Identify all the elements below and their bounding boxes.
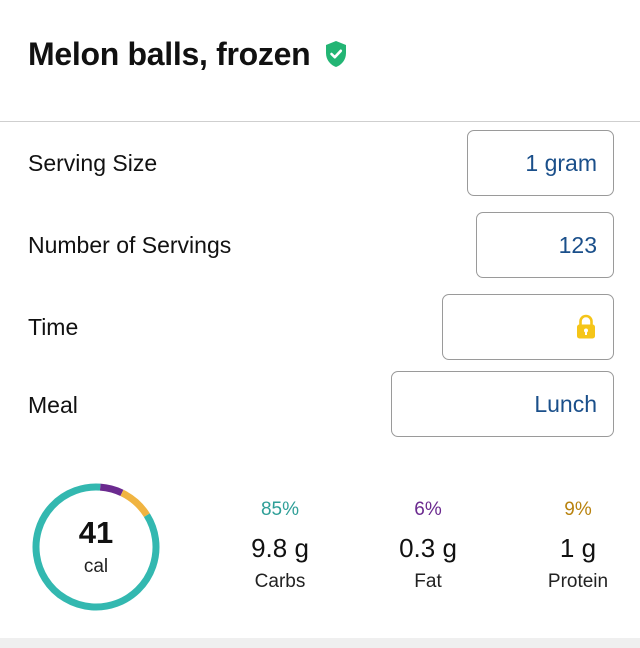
calorie-ring: 41 cal	[30, 481, 162, 613]
protein-percent: 9%	[564, 499, 592, 520]
serving-size-value: 1 gram	[525, 149, 597, 176]
bottom-bar	[0, 638, 640, 648]
food-entry-screen: Melon balls, frozen Serving Size 1 gram …	[0, 0, 640, 648]
fat-label: Fat	[414, 571, 442, 592]
time-label: Time	[28, 314, 79, 340]
ring-segment-protein	[120, 489, 150, 518]
carbs-label: Carbs	[254, 571, 306, 592]
protein-label: Protein	[547, 571, 609, 592]
protein-amount: 1 g	[559, 533, 597, 563]
header-divider	[0, 121, 640, 122]
lock-icon	[575, 314, 597, 340]
meal-field[interactable]: Lunch	[391, 371, 614, 437]
fat-percent: 6%	[414, 499, 442, 520]
serving-size-label: Serving Size	[28, 150, 158, 176]
header: Melon balls, frozen	[28, 34, 348, 74]
macro-carbs: 85% 9.8 g Carbs	[220, 499, 340, 599]
calories-value: 41	[78, 515, 114, 550]
carbs-percent: 85%	[260, 499, 300, 520]
macro-protein: 9% 1 g Protein	[518, 499, 638, 599]
meal-label: Meal	[28, 392, 78, 418]
macro-fat: 6% 0.3 g Fat	[368, 499, 488, 599]
ring-segment-fat	[99, 483, 124, 497]
meal-value: Lunch	[534, 390, 597, 417]
fat-amount: 0.3 g	[399, 533, 457, 563]
calories-unit: cal	[83, 556, 109, 577]
number-of-servings-field[interactable]: 123	[476, 212, 614, 278]
serving-size-field[interactable]: 1 gram	[467, 130, 614, 196]
shield-check-icon	[324, 40, 348, 68]
number-of-servings-label: Number of Servings	[28, 232, 232, 258]
carbs-amount: 9.8 g	[251, 533, 309, 563]
time-field[interactable]	[442, 294, 614, 360]
food-title: Melon balls, frozen	[28, 35, 311, 72]
number-of-servings-value: 123	[558, 231, 597, 258]
